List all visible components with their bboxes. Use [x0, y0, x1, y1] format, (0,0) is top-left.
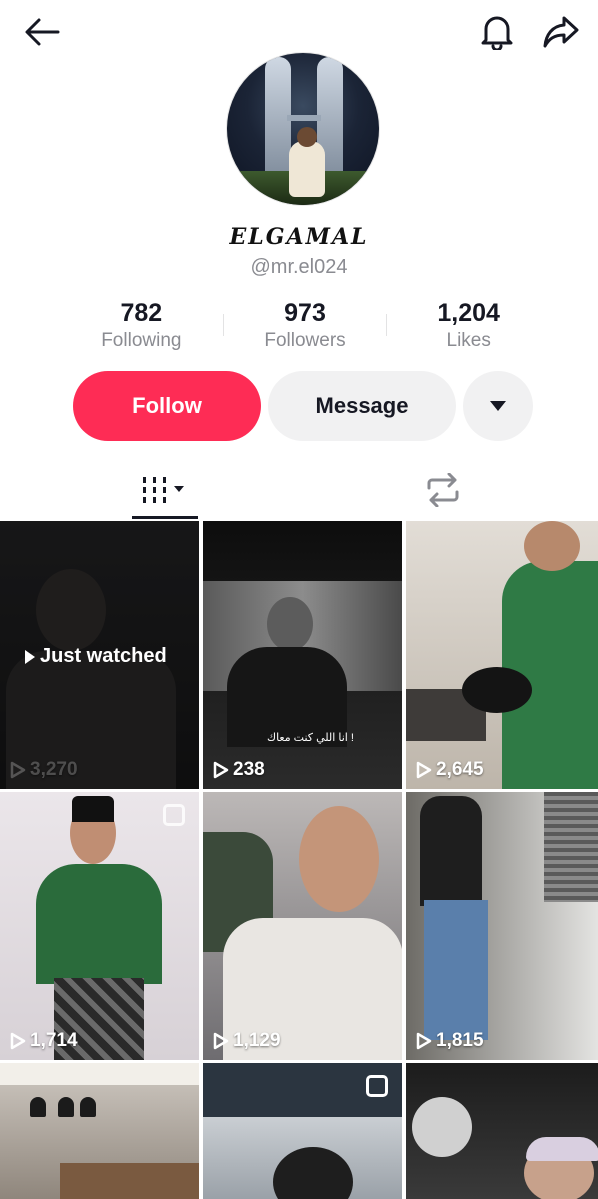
video-thumbnail[interactable]: 2,645	[406, 521, 598, 789]
play-outline-icon	[416, 1032, 432, 1050]
share-arrow-icon	[543, 16, 579, 48]
username-handle: @mr.el024	[250, 256, 348, 278]
tab-reposts[interactable]	[410, 460, 476, 520]
thumbnail-person-head	[273, 1147, 353, 1199]
view-count-value: 1,129	[233, 1030, 281, 1051]
thumbnail-counter-shape	[60, 1163, 199, 1199]
view-count: 1,129	[213, 1030, 281, 1052]
profile-avatar[interactable]	[226, 52, 380, 206]
likes-label: Likes	[446, 330, 491, 351]
thumbnail-shutter-shape	[544, 792, 598, 902]
view-count: 238	[213, 759, 265, 781]
view-count: 2,645	[416, 759, 484, 781]
view-count-value: 238	[233, 759, 265, 780]
following-stat[interactable]: 782 Following	[60, 298, 223, 358]
view-count-value: 2,645	[436, 759, 484, 780]
likes-stat[interactable]: 1,204 Likes	[387, 298, 550, 358]
followers-label: Followers	[264, 330, 346, 351]
thumbnail-lamp-shape	[58, 1097, 74, 1117]
video-thumbnail[interactable]: Just watched 3,270	[0, 521, 199, 789]
photo-carousel-icon	[163, 804, 185, 826]
caret-down-icon	[490, 401, 506, 411]
content-tabs	[0, 460, 598, 520]
view-count-value: 1,714	[30, 1030, 78, 1051]
thumbnail-lamp-shape	[30, 1097, 46, 1117]
back-button[interactable]	[20, 10, 64, 54]
avatar-head-shape	[297, 127, 317, 147]
view-count: 1,714	[10, 1030, 78, 1052]
photo-carousel-icon	[366, 1075, 388, 1097]
bell-icon	[481, 16, 513, 50]
video-thumbnail[interactable]	[203, 1063, 402, 1199]
followers-count: 973	[284, 299, 326, 327]
share-button[interactable]	[539, 10, 583, 54]
video-thumbnail[interactable]: 1,129	[203, 792, 402, 1060]
video-thumbnail[interactable]: انا اللي كنت معاك ! 238	[203, 521, 402, 789]
follow-button[interactable]: Follow	[73, 371, 261, 441]
video-thumbnail[interactable]	[406, 1063, 598, 1199]
avatar-person-shape	[289, 141, 325, 197]
thumbnail-person-body	[36, 864, 162, 984]
thumbnail-cap-shape	[72, 796, 114, 822]
thumbnail-ceiling-shape	[0, 1063, 199, 1085]
thumbnail-car-seat-shape	[412, 1097, 472, 1157]
tab-videos[interactable]	[132, 460, 198, 520]
thumbnail-lamp-shape	[80, 1097, 96, 1117]
view-count: 1,815	[416, 1030, 484, 1052]
video-caption: انا اللي كنت معاك !	[267, 732, 354, 744]
grid-bars-icon	[143, 477, 184, 503]
view-count-value: 1,815	[436, 1030, 484, 1051]
repost-icon	[427, 473, 459, 507]
thumbnail-person-head	[524, 521, 580, 571]
view-count-value: 3,270	[30, 759, 78, 780]
just-watched-badge: Just watched	[24, 645, 167, 668]
thumbnail-jeans-shape	[424, 900, 488, 1040]
play-outline-icon	[213, 761, 229, 779]
play-outline-icon	[213, 1032, 229, 1050]
thumbnail-hat-shape	[462, 667, 532, 713]
view-count: 3,270	[10, 759, 78, 781]
play-outline-icon	[10, 1032, 26, 1050]
video-thumbnail[interactable]: 1,815	[406, 792, 598, 1060]
play-outline-icon	[416, 761, 432, 779]
active-tab-indicator	[132, 516, 198, 519]
avatar-bridge-shape	[287, 115, 321, 121]
notification-button[interactable]	[475, 10, 519, 54]
thumbnail-cap-shape	[526, 1137, 598, 1161]
following-label: Following	[101, 330, 182, 351]
thumbnail-person-body	[420, 796, 482, 906]
thumbnail-person-head	[267, 597, 313, 651]
message-button[interactable]: Message	[268, 371, 456, 441]
arrow-left-icon	[25, 18, 60, 46]
video-thumbnail[interactable]: 1,714	[0, 792, 199, 1060]
followers-stat[interactable]: 973 Followers	[224, 298, 387, 358]
display-name: ELGAMAL	[229, 224, 369, 250]
play-outline-icon	[10, 761, 26, 779]
avatar-tower-shape	[265, 57, 291, 187]
profile-stats: 782 Following 973 Followers 1,204 Likes	[60, 298, 550, 358]
more-options-button[interactable]	[463, 371, 533, 441]
following-count: 782	[120, 299, 163, 327]
thumbnail-person-head	[299, 806, 379, 912]
just-watched-label: Just watched	[40, 645, 167, 667]
video-thumbnail[interactable]	[0, 1063, 199, 1199]
play-icon	[25, 649, 35, 664]
likes-count: 1,204	[437, 299, 500, 327]
